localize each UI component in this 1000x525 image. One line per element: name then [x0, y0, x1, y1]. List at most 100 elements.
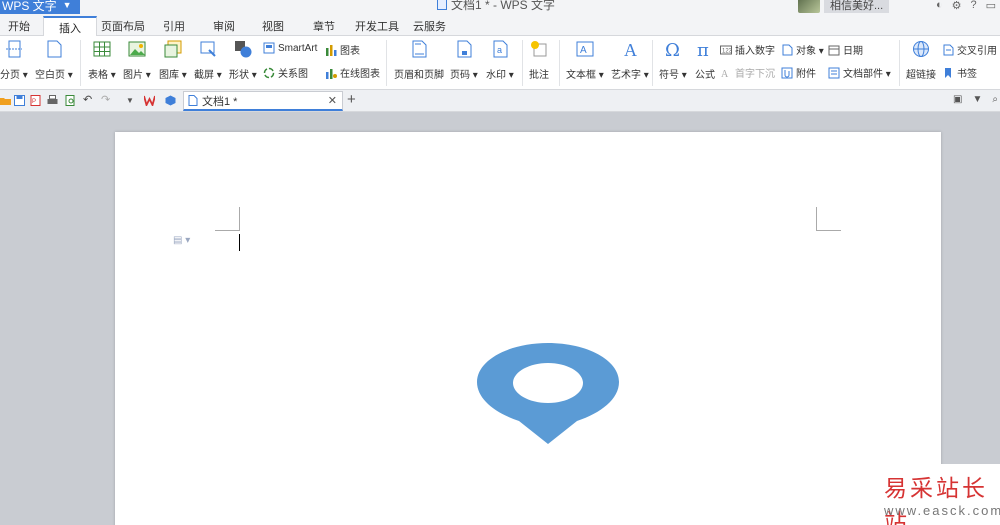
ribbon-insert: 分页 ▾ 空白页 ▾ 表格 ▾ 图片 ▾ 图库 ▾ 截屏 ▾ 形状 ▾ Smar…	[0, 36, 1000, 90]
omega-icon: Ω	[665, 40, 680, 58]
formula-button[interactable]: π 公式	[695, 36, 715, 81]
app-menu-button[interactable]: WPS 文字 ▼	[0, 0, 80, 14]
chart-button[interactable]: 图表	[325, 42, 360, 57]
location-pin-path	[477, 343, 619, 444]
gallery-icon	[164, 40, 182, 58]
attachment-button[interactable]: 附件	[781, 65, 816, 80]
gallery-label: 图库	[159, 70, 179, 81]
table-label: 表格	[88, 70, 108, 81]
bar-chart-icon	[326, 44, 337, 56]
tab-references[interactable]: 引用	[163, 18, 185, 34]
relation-chart-icon	[263, 67, 275, 78]
doc-parts-button[interactable]: 文档部件 ▾	[828, 65, 891, 80]
window-mode-icon[interactable]: ▣	[953, 94, 962, 105]
page-number-button[interactable]: 页码 ▾	[450, 36, 478, 81]
avatar[interactable]	[798, 0, 820, 13]
table-icon	[93, 41, 111, 57]
document-tab[interactable]: 文档1 * ✕	[183, 91, 343, 111]
blank-page-button[interactable]: 空白页 ▾	[35, 36, 73, 81]
bookmark-label: 书签	[957, 69, 977, 80]
search-icon[interactable]: ⌕	[992, 94, 998, 105]
wps-logo-icon[interactable]	[144, 95, 155, 106]
svg-text:A: A	[580, 45, 587, 56]
gallery-button[interactable]: 图库 ▾	[159, 36, 187, 81]
site-watermark: 易采站长站 www.easck.com	[878, 464, 1000, 525]
help-icon[interactable]: ?	[970, 0, 976, 11]
document-tab-label: 文档1 *	[202, 95, 238, 108]
attachment-icon	[781, 67, 793, 78]
settings-icon[interactable]: ⚙	[952, 0, 962, 12]
quick-access-bar: P ↶ ↷ ▼ 文档1 * ✕ + ▣ ▼ ⌕	[0, 90, 1000, 112]
object-button[interactable]: 对象 ▾	[781, 42, 824, 57]
skin-icon[interactable]: ◐	[936, 0, 943, 11]
tab-view[interactable]: 视图	[262, 18, 284, 34]
undo-icon[interactable]: ↶	[83, 93, 94, 106]
tab-chapter[interactable]: 章节	[313, 18, 335, 34]
drop-cap-button[interactable]: A 首字下沉	[720, 65, 775, 81]
header-footer-label: 页眉和页脚	[394, 70, 444, 81]
bookmark-button[interactable]: 书签	[942, 65, 977, 80]
tab-page-layout[interactable]: 页面布局	[101, 18, 145, 34]
header-footer-button[interactable]: 页眉和页脚	[394, 36, 444, 81]
ribbon-separator	[80, 40, 81, 86]
wordart-icon: A	[624, 40, 637, 58]
header-footer-icon	[412, 40, 427, 58]
user-area[interactable]: 相信美好...	[798, 0, 890, 14]
wordart-button[interactable]: A 艺术字 ▾	[611, 36, 649, 81]
window-title-text: 文档1 * - WPS 文字	[451, 0, 556, 12]
relation-chart-label: 关系图	[278, 69, 308, 80]
print-preview-icon[interactable]	[65, 95, 76, 106]
user-name[interactable]: 相信美好...	[824, 0, 890, 13]
paragraph-layout-icon[interactable]: ▤ ▾	[173, 235, 190, 246]
svg-text:P: P	[32, 99, 36, 105]
title-bar: WPS 文字 ▼ 文档1 * - WPS 文字 相信美好... ◐ ⚙ ? ▭	[0, 0, 1000, 14]
relation-chart-button[interactable]: 关系图	[263, 65, 308, 80]
tab-home[interactable]: 开始	[8, 18, 30, 34]
date-button[interactable]: 日期	[828, 42, 863, 57]
print-icon[interactable]	[47, 95, 58, 106]
insert-number-button[interactable]: 123 插入数字	[720, 42, 775, 57]
symbol-button[interactable]: Ω 符号 ▾	[659, 36, 687, 81]
customize-dropdown-icon[interactable]: ▼	[126, 96, 137, 107]
shapes-button[interactable]: 形状 ▾	[229, 36, 257, 81]
drop-cap-label: 首字下沉	[735, 69, 775, 80]
close-icon[interactable]: ✕	[328, 94, 337, 107]
chevron-down-icon: ▼	[62, 0, 72, 10]
cube-icon[interactable]	[165, 95, 176, 106]
new-tab-icon[interactable]: +	[347, 91, 356, 108]
export-pdf-icon[interactable]: P	[30, 95, 41, 106]
textbox-icon: A	[576, 41, 594, 57]
quick-access-right: ▣ ▼ ⌕	[953, 94, 1000, 105]
ribbon-separator	[559, 40, 560, 86]
textbox-button[interactable]: A 文本框 ▾	[566, 36, 604, 81]
hyperlink-button[interactable]: 超链接	[906, 36, 936, 81]
tab-developer[interactable]: 开发工具	[355, 18, 399, 34]
ribbon-separator	[386, 40, 387, 86]
document-page[interactable]: ▤ ▾	[115, 132, 941, 525]
comment-button[interactable]: 批注	[529, 36, 549, 81]
table-button[interactable]: 表格 ▾	[88, 36, 116, 81]
location-pin-shape[interactable]	[477, 343, 619, 444]
pin-ribbon-icon[interactable]: ▼	[972, 94, 982, 105]
symbol-label: 符号	[659, 70, 679, 81]
save-icon[interactable]	[14, 95, 25, 106]
tab-insert[interactable]: 插入	[43, 16, 97, 37]
smartart-button[interactable]: SmartArt	[263, 42, 317, 54]
cross-reference-button[interactable]: 交叉引用	[942, 42, 997, 57]
online-chart-label: 在线图表	[340, 69, 380, 80]
picture-button[interactable]: 图片 ▾	[123, 36, 151, 81]
page-break-button[interactable]: 分页 ▾	[0, 36, 28, 81]
page-number-icon	[457, 40, 472, 58]
tab-review[interactable]: 审阅	[213, 18, 235, 34]
watermark-button[interactable]: a 水印 ▾	[486, 36, 514, 81]
margin-corner-top-right	[816, 207, 841, 231]
screenshot-button[interactable]: 截屏 ▾	[194, 36, 222, 81]
minimize-icon[interactable]: ▭	[986, 0, 996, 12]
drop-cap-icon: A	[721, 69, 729, 79]
redo-icon[interactable]: ↷	[101, 93, 112, 106]
tab-cloud-service[interactable]: 云服务	[413, 18, 446, 34]
open-folder-icon[interactable]	[0, 95, 11, 106]
online-chart-button[interactable]: 在线图表	[325, 65, 380, 80]
menu-tabs: 开始 插入 页面布局 引用 审阅 视图 章节 开发工具 云服务	[0, 14, 1000, 37]
object-label: 对象	[796, 46, 816, 57]
